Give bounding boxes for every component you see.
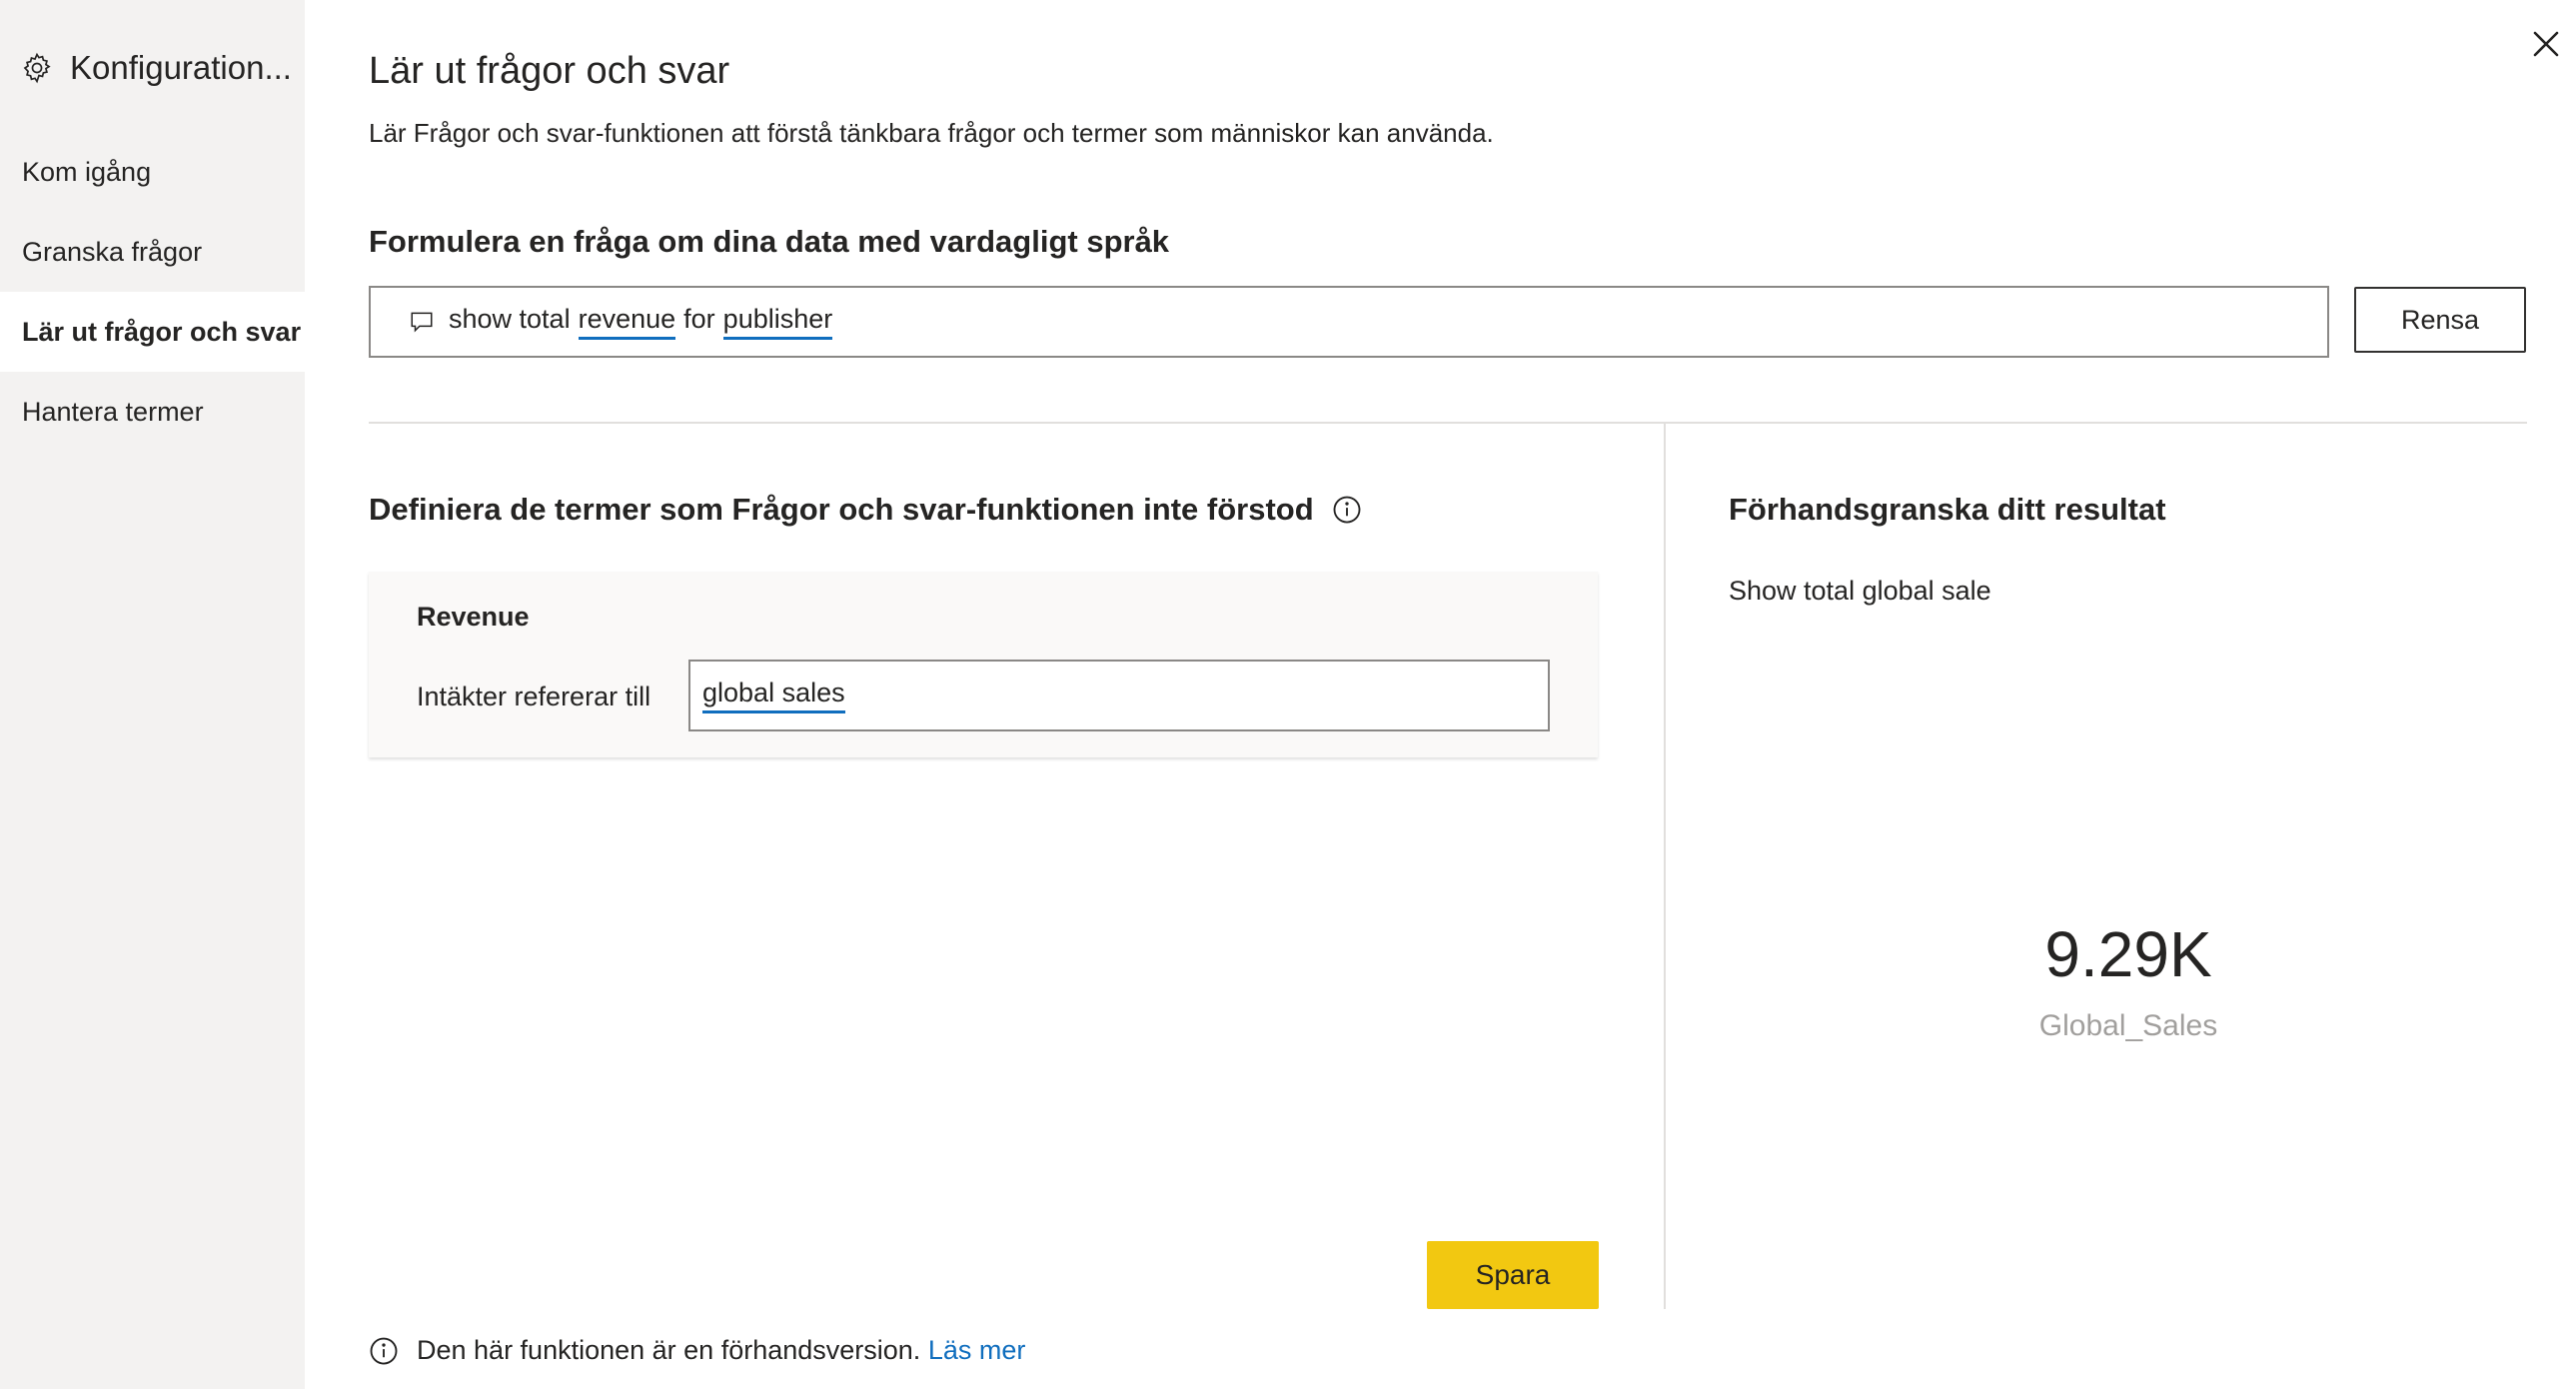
kpi-label: Global_Sales: [2038, 1009, 2218, 1042]
query-term-revenue[interactable]: revenue: [578, 304, 676, 340]
query-heading: Formulera en fråga om dina data med vard…: [369, 224, 1170, 259]
kpi-value: 9.29K: [2044, 918, 2212, 990]
term-refers-to-label: Intäkter refererar till: [417, 682, 651, 711]
preview-query: Show total global sale: [1729, 576, 1991, 606]
preview-heading: Förhandsgranska ditt resultat: [1729, 492, 2166, 527]
sidebar-item-manage-terms[interactable]: Hantera termer: [0, 372, 305, 452]
vertical-divider: [1664, 424, 1666, 1309]
chat-bubble-icon: [411, 312, 433, 333]
learn-more-link[interactable]: Läs mer: [928, 1335, 1026, 1365]
close-icon: [2533, 31, 2559, 57]
sidebar-header: Konfiguration...: [20, 46, 292, 90]
close-button[interactable]: [2526, 24, 2566, 64]
query-term-publisher[interactable]: publisher: [722, 304, 833, 340]
sidebar-item-get-started[interactable]: Kom igång: [0, 132, 305, 212]
query-input[interactable]: show total revenue for publisher: [369, 286, 2329, 358]
page-title: Lär ut frågor och svar: [369, 50, 730, 92]
query-text: show total revenue for publisher: [449, 304, 833, 340]
qna-setup-dialog: Konfiguration... Kom igång Granska frågo…: [0, 0, 2576, 1389]
preview-notice-text: Den här funktionen är en förhandsversion…: [417, 1335, 921, 1365]
save-button[interactable]: Spara: [1427, 1241, 1599, 1309]
sidebar: Konfiguration... Kom igång Granska frågo…: [0, 0, 305, 1389]
query-part: show total: [449, 304, 571, 334]
define-terms-heading-text: Definiera de termer som Frågor och svar-…: [369, 492, 1314, 527]
info-icon[interactable]: [1332, 495, 1362, 525]
query-part: for: [683, 304, 715, 334]
horizontal-divider: [369, 422, 2527, 424]
gear-icon: [23, 52, 51, 84]
clear-button[interactable]: Rensa: [2354, 287, 2526, 353]
define-terms-heading: Definiera de termer som Frågor och svar-…: [369, 492, 1362, 528]
term-name: Revenue: [417, 602, 530, 632]
sidebar-item-review-questions[interactable]: Granska frågor: [0, 212, 305, 292]
preview-notice: Den här funktionen är en förhandsversion…: [369, 1335, 1025, 1366]
term-definition-input[interactable]: global sales: [688, 660, 1550, 731]
page-description: Lär Frågor och svar-funktionen att först…: [369, 118, 1494, 148]
sidebar-item-teach-qna[interactable]: Lär ut frågor och svar: [0, 292, 305, 372]
term-card: Revenue Intäkter refererar till global s…: [369, 572, 1598, 757]
sidebar-title: Konfiguration...: [70, 49, 292, 86]
term-definition-value: global sales: [702, 678, 845, 713]
info-icon: [370, 1337, 398, 1364]
